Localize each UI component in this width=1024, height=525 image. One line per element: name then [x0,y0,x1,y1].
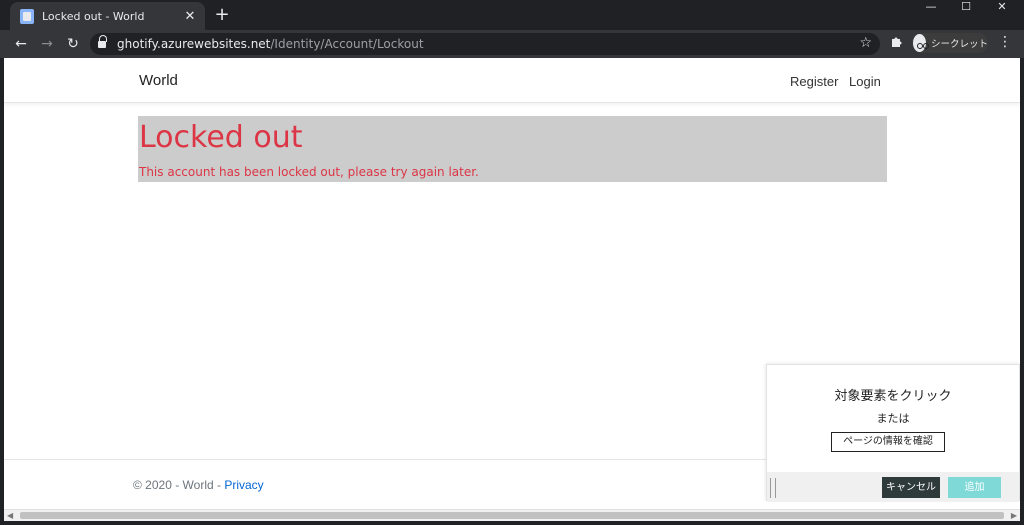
cancel-button[interactable]: キャンセル [882,477,940,498]
scrollbar-thumb[interactable] [20,512,1004,519]
lockout-message: This account has been locked out, please… [139,165,479,179]
login-link[interactable]: Login [849,74,881,89]
drag-handle-icon[interactable] [770,478,776,498]
add-button[interactable]: 追加 [948,477,1001,498]
scroll-right-icon[interactable]: ▶ [1011,511,1017,520]
page-info-button[interactable]: ページの情報を確認 [831,432,945,452]
tab-close-icon[interactable]: ✕ [183,9,197,24]
site-footer: © 2020 - World - Privacy [133,478,264,492]
tab-title: Locked out - World [42,9,145,23]
footer-copyright: © 2020 - World - [133,478,225,492]
incognito-icon [913,34,929,52]
privacy-link[interactable]: Privacy [224,478,263,492]
url-domain: ghotify.azurewebsites.net [117,37,271,51]
site-navbar: World Register Login [4,58,1020,103]
browser-tab[interactable]: Locked out - World ✕ [10,2,205,30]
picker-or-label: または [876,412,910,425]
picker-action-bar: キャンセル 追加 [767,472,1019,502]
incognito-label: シークレット [930,39,988,50]
minimize-button[interactable]: — [914,0,948,14]
url-path: /Identity/Account/Lockout [270,37,424,51]
url-text[interactable]: ghotify.azurewebsites.net/Identity/Accou… [117,37,424,51]
browser-menu-icon[interactable]: ⋮ [998,34,1012,50]
forward-button[interactable]: → [37,34,57,54]
element-picker-panel: 対象要素をクリック または ページの情報を確認 キャンセル 追加 [766,364,1020,502]
page-favicon-icon [20,8,34,24]
site-brand[interactable]: World [139,72,178,89]
horizontal-scrollbar[interactable]: ◀ ▶ [4,509,1020,521]
browser-toolbar: ← → ↻ ghotify.azurewebsites.net/Identity… [0,30,1024,58]
maximize-button[interactable]: ☐ [949,0,983,14]
bookmark-star-icon[interactable]: ☆ [859,35,872,51]
reload-button[interactable]: ↻ [63,34,83,54]
tab-strip: Locked out - World ✕ + — ☐ ✕ [0,0,1024,30]
address-bar[interactable]: ghotify.azurewebsites.net/Identity/Accou… [90,33,880,55]
puzzle-icon[interactable] [890,35,903,52]
page-title: Locked out [139,120,303,155]
register-link[interactable]: Register [790,74,838,89]
picker-instruction: 対象要素をクリック [834,389,952,404]
window-close-button[interactable]: ✕ [985,0,1019,14]
new-tab-button[interactable]: + [212,4,232,25]
lockout-panel: Locked out This account has been locked … [138,116,887,182]
scroll-left-icon[interactable]: ◀ [7,511,13,520]
lock-icon[interactable] [98,35,107,48]
incognito-indicator[interactable]: シークレット [912,33,988,53]
back-button[interactable]: ← [11,34,31,54]
